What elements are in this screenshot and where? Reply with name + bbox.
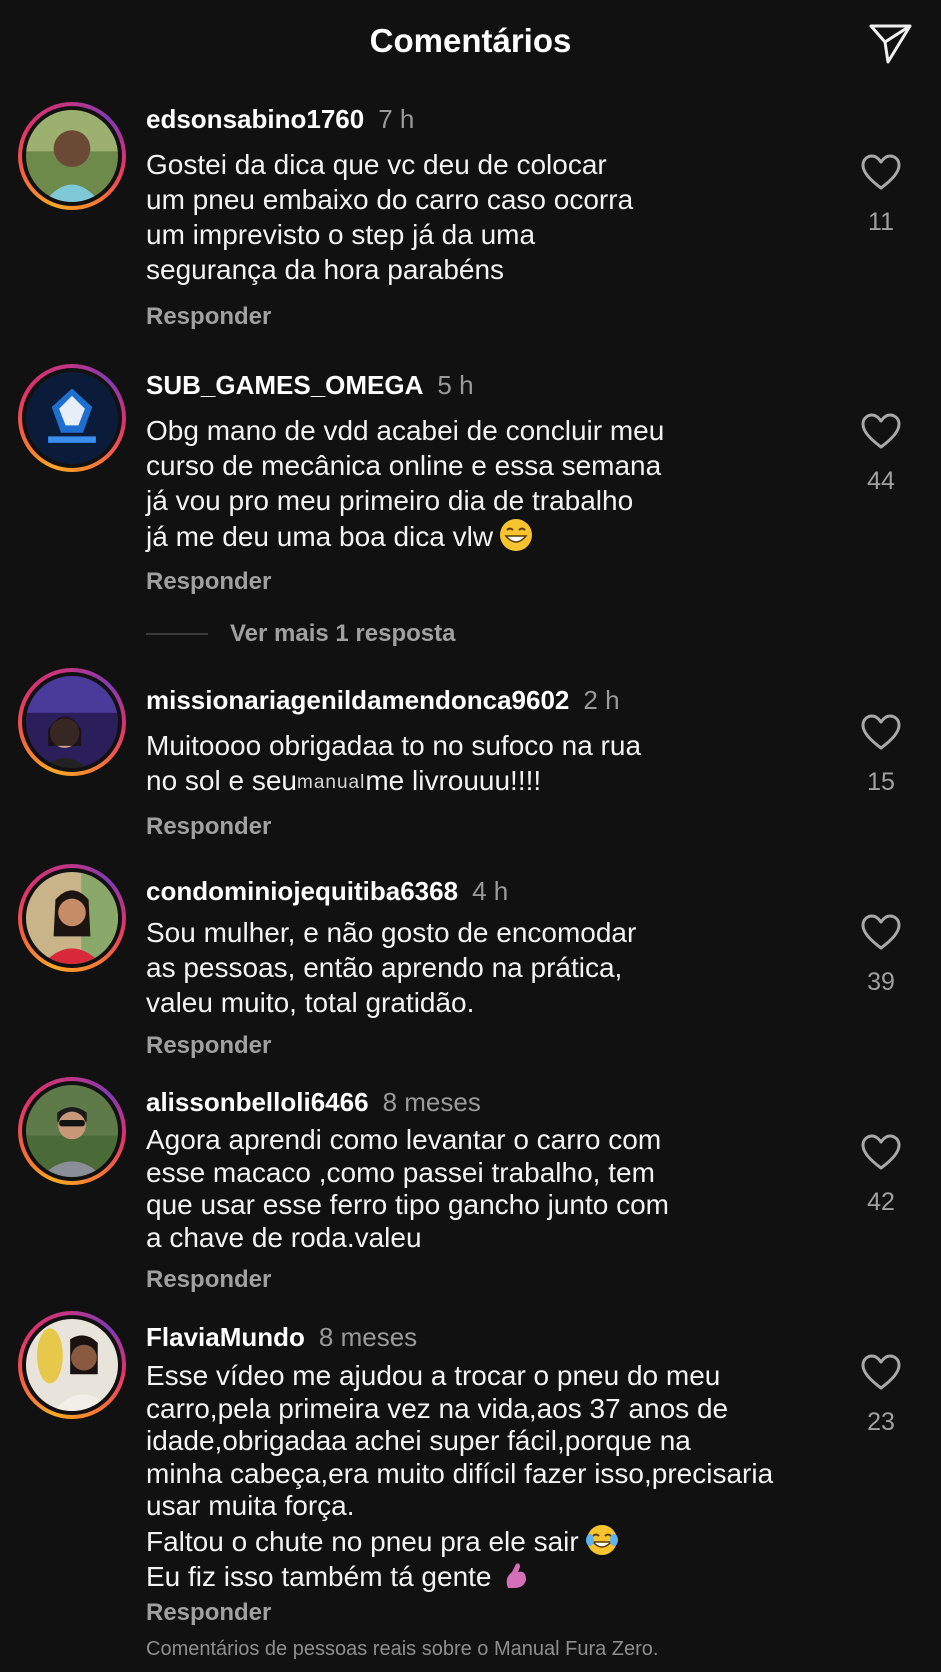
heart-icon[interactable] bbox=[860, 412, 902, 450]
comment-text: Obg mano de vdd acabei de concluir meu c… bbox=[146, 415, 665, 552]
avatar[interactable] bbox=[18, 668, 126, 776]
gaming-logo-icon bbox=[26, 372, 118, 464]
like-count: 39 bbox=[867, 968, 895, 996]
comment-time: 5 h bbox=[437, 370, 474, 400]
heart-icon[interactable] bbox=[860, 713, 902, 751]
flexed-arm-emoji-icon bbox=[506, 1563, 526, 1588]
comment-text: Esse vídeo me ajudou a trocar o pneu do … bbox=[146, 1360, 774, 1592]
heart-icon[interactable] bbox=[860, 1353, 902, 1391]
reply-button[interactable]: Responder bbox=[146, 568, 271, 596]
avatar[interactable] bbox=[18, 864, 126, 972]
face-with-tears-of-joy-emoji-icon bbox=[585, 1524, 618, 1555]
like-count: 15 bbox=[867, 768, 895, 796]
username[interactable]: FlaviaMundo bbox=[146, 1322, 305, 1352]
reply-button[interactable]: Responder bbox=[146, 1266, 271, 1294]
heart-icon[interactable] bbox=[860, 153, 902, 191]
view-more-replies-button[interactable]: Ver mais 1 resposta bbox=[230, 620, 455, 648]
send-paper-plane-icon[interactable] bbox=[866, 18, 914, 66]
user-photo-icon bbox=[26, 1319, 118, 1411]
reply-button[interactable]: Responder bbox=[146, 813, 271, 841]
comment-text: Muitoooo obrigadaa to no sufoco na rua no… bbox=[146, 730, 642, 796]
page-title: Comentários bbox=[369, 22, 572, 59]
username[interactable]: alissonbelloli6466 bbox=[146, 1087, 369, 1117]
comment-text: Sou mulher, e não gosto de encomodar as … bbox=[146, 917, 637, 1018]
comment-time: 7 h bbox=[378, 104, 415, 134]
heart-icon[interactable] bbox=[860, 1133, 902, 1171]
comment-time: 8 meses bbox=[382, 1087, 481, 1117]
divider bbox=[146, 633, 208, 635]
reply-button[interactable]: Responder bbox=[146, 1032, 271, 1060]
avatar[interactable] bbox=[18, 1311, 126, 1419]
username[interactable]: missionariagenildamendonca9602 bbox=[146, 685, 569, 715]
comment-time: 2 h bbox=[583, 685, 620, 715]
username[interactable]: edsonsabino1760 bbox=[146, 104, 364, 134]
user-photo-icon bbox=[26, 676, 118, 768]
heart-icon[interactable] bbox=[860, 913, 902, 951]
like-count: 42 bbox=[867, 1188, 895, 1216]
username[interactable]: condominiojequitiba6368 bbox=[146, 876, 458, 906]
user-photo-icon bbox=[26, 110, 118, 202]
like-count: 23 bbox=[867, 1408, 895, 1436]
comment-text: Gostei da dica que vc deu de colocar um … bbox=[146, 149, 634, 285]
comments-header: Comentários bbox=[0, 0, 941, 90]
user-photo-icon bbox=[26, 1085, 118, 1177]
avatar[interactable] bbox=[18, 364, 126, 472]
username[interactable]: SUB_GAMES_OMEGA bbox=[146, 370, 423, 400]
footer-caption: Comentários de pessoas reais sobre o Man… bbox=[146, 1638, 659, 1660]
reply-button[interactable]: Responder bbox=[146, 303, 271, 331]
like-count: 11 bbox=[868, 208, 894, 236]
grinning-face-emoji-icon bbox=[500, 519, 533, 551]
user-photo-icon bbox=[26, 872, 118, 964]
like-count: 44 bbox=[867, 467, 895, 495]
reply-button[interactable]: Responder bbox=[146, 1599, 271, 1627]
avatar[interactable] bbox=[18, 102, 126, 210]
comment-time: 8 meses bbox=[318, 1322, 418, 1352]
comment-time: 4 h bbox=[472, 876, 509, 906]
avatar[interactable] bbox=[18, 1077, 126, 1185]
comment-text: Agora aprendi como levantar o carro com … bbox=[146, 1124, 669, 1253]
